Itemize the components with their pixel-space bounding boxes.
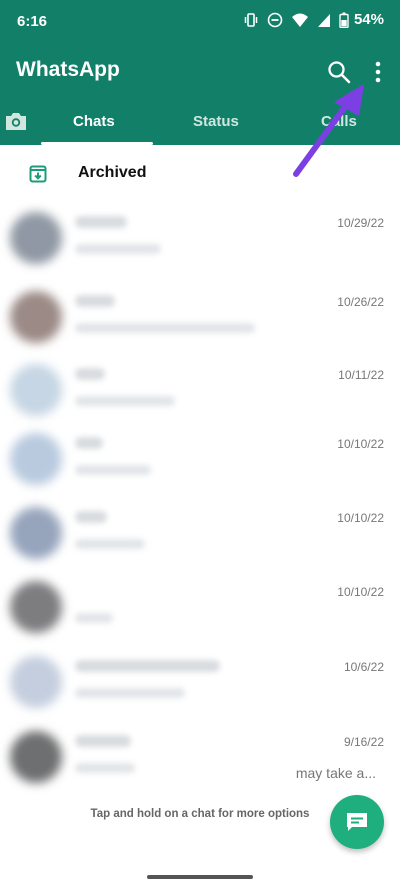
chat-date: 10/10/22 (337, 437, 384, 451)
chat-row[interactable]: 10/6/22 (0, 648, 400, 720)
battery-percent: 54% (353, 11, 384, 28)
chat-row[interactable]: 10/29/22 (0, 204, 400, 276)
chat-name-blurred (75, 735, 131, 747)
archived-label: Archived (78, 164, 147, 181)
do-not-disturb-icon (267, 12, 283, 27)
chat-date: 10/29/22 (337, 216, 384, 230)
chat-name-blurred (75, 437, 103, 449)
chat-snippet: may take a... (295, 765, 376, 781)
chat-icon (347, 813, 367, 831)
chat-date: 10/26/22 (337, 295, 384, 309)
signal-icon (317, 13, 330, 27)
search-icon[interactable] (326, 59, 352, 85)
vibrate-icon (244, 12, 258, 27)
new-chat-button[interactable] (330, 795, 384, 849)
app-title: WhatsApp (16, 58, 120, 81)
avatar (10, 507, 62, 559)
chat-preview-blurred (75, 539, 145, 549)
avatar (10, 364, 62, 416)
chat-date: 10/10/22 (337, 585, 384, 599)
chat-preview-blurred (75, 688, 185, 698)
chat-preview-blurred (75, 763, 135, 773)
more-vert-icon[interactable] (368, 58, 388, 86)
chat-row[interactable]: 10/10/22 (0, 573, 400, 645)
chat-date: 9/16/22 (343, 735, 384, 749)
avatar (10, 581, 62, 633)
chat-date: 10/6/22 (343, 660, 384, 674)
wifi-icon (291, 13, 308, 27)
status-time: 6:16 (17, 13, 48, 30)
chat-name-blurred (75, 295, 115, 307)
chat-preview-blurred (75, 244, 161, 254)
archived-row[interactable] (0, 145, 400, 203)
chat-preview-blurred (75, 396, 175, 406)
chat-row[interactable]: 10/11/22 (0, 356, 400, 428)
chat-name-blurred (75, 660, 220, 672)
tab-status[interactable]: Status (193, 113, 239, 130)
chat-preview-blurred (75, 465, 151, 475)
status-icons: 54% (243, 11, 384, 28)
avatar (10, 433, 62, 485)
chat-date: 10/10/22 (337, 511, 384, 525)
tab-chats[interactable]: Chats (73, 113, 115, 130)
status-bar: 6:16 54% (0, 0, 400, 44)
avatar (10, 731, 62, 783)
battery-icon (339, 12, 349, 28)
chat-row[interactable]: 10/10/22 (0, 499, 400, 571)
chat-name-blurred (75, 511, 107, 523)
avatar (10, 291, 62, 343)
home-indicator[interactable] (147, 875, 253, 879)
avatar (10, 656, 62, 708)
tab-calls[interactable]: Calls (321, 113, 357, 130)
camera-icon[interactable] (4, 110, 28, 132)
chat-name-blurred (75, 368, 105, 380)
chat-date: 10/11/22 (338, 368, 384, 382)
chat-row[interactable]: 9/16/22 may take a... (0, 723, 400, 795)
avatar (10, 212, 62, 264)
chat-row[interactable]: 10/26/22 (0, 283, 400, 355)
chat-preview-blurred (75, 613, 113, 623)
chat-preview-blurred (75, 323, 255, 333)
chat-row[interactable]: 10/10/22 (0, 425, 400, 497)
archive-icon (29, 165, 47, 183)
tab-bar: Chats Status Calls (0, 100, 400, 145)
chat-name-blurred (75, 216, 127, 228)
app-header: 6:16 54% WhatsApp Chats Status Calls (0, 0, 400, 145)
